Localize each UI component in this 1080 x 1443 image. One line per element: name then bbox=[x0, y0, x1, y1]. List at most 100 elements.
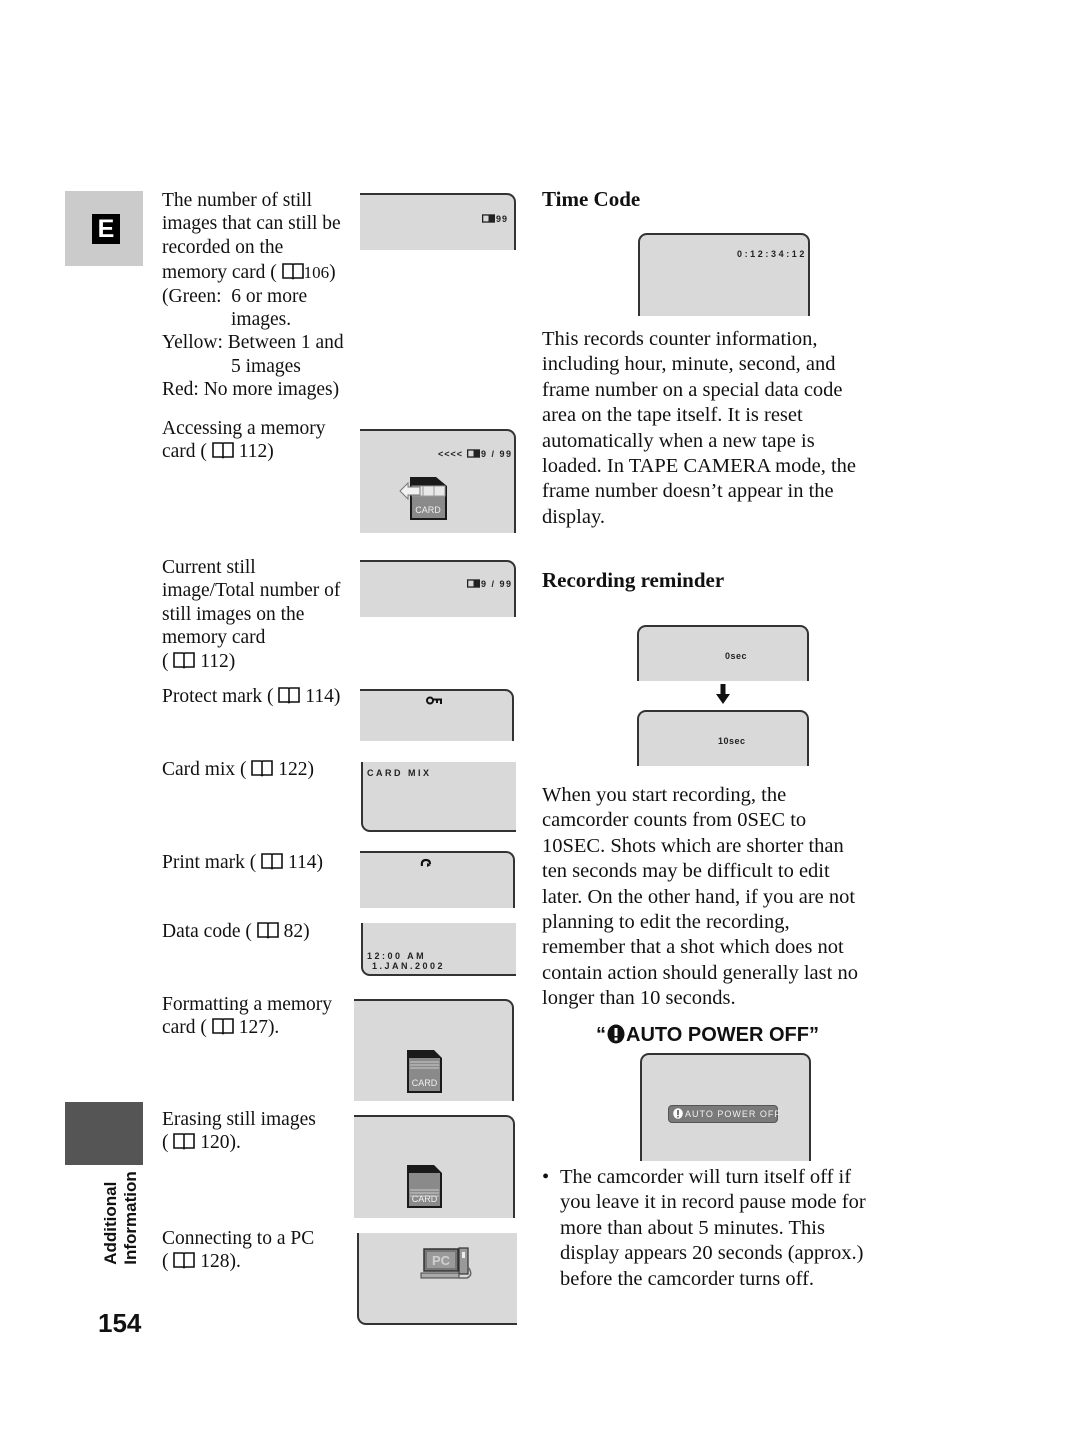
lcd-data-code: 12:00 AM 1.JAN.2002 bbox=[361, 923, 516, 976]
lcd-text: CARD MIX bbox=[367, 768, 432, 778]
text-line: Connecting to a PC bbox=[162, 1228, 315, 1249]
memory-card-access-icon: CARD bbox=[399, 477, 447, 520]
pc-connection-icon: PC bbox=[420, 1247, 472, 1279]
text-line: display. bbox=[542, 505, 606, 528]
down-arrow-icon bbox=[716, 684, 730, 704]
card-small-icon bbox=[467, 579, 480, 588]
lcd-time-code: 0:12:34:12 bbox=[638, 233, 810, 316]
text-line: display appears 20 seconds (approx.) bbox=[560, 1242, 864, 1265]
book-icon bbox=[278, 686, 300, 704]
language-tab-letter: E bbox=[92, 214, 120, 244]
book-icon bbox=[257, 921, 279, 939]
warning-icon bbox=[673, 1108, 683, 1119]
page-number: 154 bbox=[98, 1308, 142, 1338]
lcd-protect-mark bbox=[360, 689, 514, 741]
lcd-text: 9 / 99 bbox=[481, 579, 513, 589]
lcd-current-still: 9 / 99 bbox=[360, 560, 516, 617]
text-line: Red: No more images) bbox=[162, 379, 340, 401]
page-reference: ( 128). bbox=[162, 1251, 241, 1273]
time-code-heading: Time Code bbox=[542, 187, 641, 211]
print-mark-description: Print mark ( 114) bbox=[162, 851, 357, 874]
text-line: The number of still bbox=[162, 190, 313, 211]
card-small-icon bbox=[482, 214, 495, 223]
section-label-line-2: Information bbox=[121, 1171, 140, 1265]
page-reference: Print mark ( 114) bbox=[162, 852, 324, 873]
text-line: recorded on the bbox=[162, 236, 284, 258]
text-line: This records counter information, bbox=[542, 328, 818, 350]
lcd-print-mark bbox=[360, 851, 515, 908]
text-line: Accessing a memory bbox=[162, 418, 326, 439]
lcd-pc: PC bbox=[357, 1233, 517, 1325]
svg-text:CARD: CARD bbox=[415, 505, 441, 515]
lcd-time-text: 12:00 AM bbox=[367, 951, 427, 961]
lcd-text: 0sec bbox=[725, 651, 748, 661]
lcd-text: <<<< bbox=[438, 449, 464, 459]
text-line: Current still bbox=[162, 557, 256, 578]
warning-icon bbox=[607, 1024, 625, 1044]
text-line: remember that a shot which does not bbox=[542, 936, 844, 959]
erasing-description: Erasing still images ( 120). bbox=[162, 1108, 357, 1155]
text-line: memory card bbox=[162, 627, 266, 649]
text-line: area on the tape itself. It is reset bbox=[542, 404, 803, 427]
text-line: camcorder counts from 0SEC to bbox=[542, 809, 807, 832]
current-still-description: Current still image/Total number of stil… bbox=[162, 556, 357, 673]
text-line: including hour, minute, second, and bbox=[542, 353, 836, 376]
lcd-erasing: CARD bbox=[354, 1115, 515, 1218]
lcd-reminder-start: 0sec bbox=[637, 625, 809, 681]
card-mix-description: Card mix ( 122) bbox=[162, 758, 357, 781]
lcd-date-text: 1.JAN.2002 bbox=[367, 961, 446, 971]
text-line: 10SEC. Shots which are shorter than bbox=[542, 834, 844, 857]
text-line: more than about 5 minutes. This bbox=[560, 1216, 825, 1239]
memory-card-icon: CARD bbox=[407, 1050, 442, 1093]
text-line: loaded. In TAPE CAMERA mode, the bbox=[542, 455, 856, 478]
text-line: images that can still be bbox=[162, 213, 341, 235]
text-line: frame number on a special data code bbox=[542, 378, 843, 401]
text-line: Formatting a memory bbox=[162, 994, 333, 1015]
page-reference: memory card ( 106) bbox=[162, 262, 336, 284]
book-icon bbox=[173, 1132, 195, 1150]
text-line: 5 images bbox=[231, 355, 301, 377]
section-label: Additional Information bbox=[95, 1168, 147, 1268]
text-line: (Green: 6 or more bbox=[162, 285, 308, 307]
book-icon bbox=[251, 759, 273, 777]
text-line: you leave it in record pause mode for bbox=[560, 1191, 866, 1214]
text-line: When you start recording, the bbox=[542, 784, 787, 806]
lcd-text: 0:12:34:12 bbox=[736, 249, 807, 259]
heading-text: AUTO POWER OFF bbox=[626, 1024, 809, 1046]
auto-power-off-badge: AUTO POWER OFF bbox=[668, 1105, 781, 1123]
print-mark-icon bbox=[420, 858, 432, 867]
text-line: still images on the bbox=[162, 603, 305, 625]
text-line: longer than 10 seconds. bbox=[542, 987, 736, 1010]
section-tab-marker bbox=[65, 1102, 143, 1165]
time-code-body: This records counter information, includ… bbox=[542, 327, 902, 530]
text-line: later. On the other hand, if you are not bbox=[542, 885, 856, 908]
lcd-reminder-end: 10sec bbox=[637, 710, 809, 766]
formatting-description: Formatting a memory card ( 127). bbox=[162, 993, 357, 1040]
text-line: Yellow: Between 1 and bbox=[162, 332, 344, 354]
lcd-auto-power-off: AUTO POWER OFF bbox=[640, 1053, 811, 1161]
book-icon bbox=[261, 852, 283, 870]
page-reference: card ( 112) bbox=[162, 441, 274, 463]
still-remaining-description: The number of still images that can stil… bbox=[162, 189, 357, 402]
svg-text:PC: PC bbox=[432, 1253, 451, 1268]
bullet: • bbox=[542, 1166, 550, 1188]
open-quote: “ bbox=[596, 1024, 606, 1046]
book-icon bbox=[173, 1251, 195, 1269]
book-icon bbox=[173, 651, 195, 669]
text-line: image/Total number of bbox=[162, 580, 341, 602]
protect-mark-description: Protect mark ( 114) bbox=[162, 685, 357, 708]
text-line: before the camcorder turns off. bbox=[560, 1267, 815, 1290]
card-small-icon bbox=[467, 449, 480, 458]
section-label-line-1: Additional bbox=[101, 1181, 120, 1265]
page-reference: Card mix ( 122) bbox=[162, 759, 314, 780]
text-line: frame number doesn’t appear in the bbox=[542, 480, 834, 503]
text-line: images. bbox=[231, 309, 292, 331]
pc-description: Connecting to a PC ( 128). bbox=[162, 1227, 357, 1274]
close-quote: ” bbox=[808, 1024, 819, 1046]
lcd-accessing-card: <<<< 9 / 99 CARD bbox=[360, 429, 516, 533]
svg-text:CARD: CARD bbox=[412, 1078, 438, 1088]
svg-text:CARD: CARD bbox=[412, 1194, 438, 1204]
lcd-still-remaining: 99 bbox=[360, 193, 516, 250]
accessing-card-description: Accessing a memory card ( 112) bbox=[162, 417, 357, 464]
lcd-text: AUTO POWER OFF bbox=[685, 1109, 781, 1119]
